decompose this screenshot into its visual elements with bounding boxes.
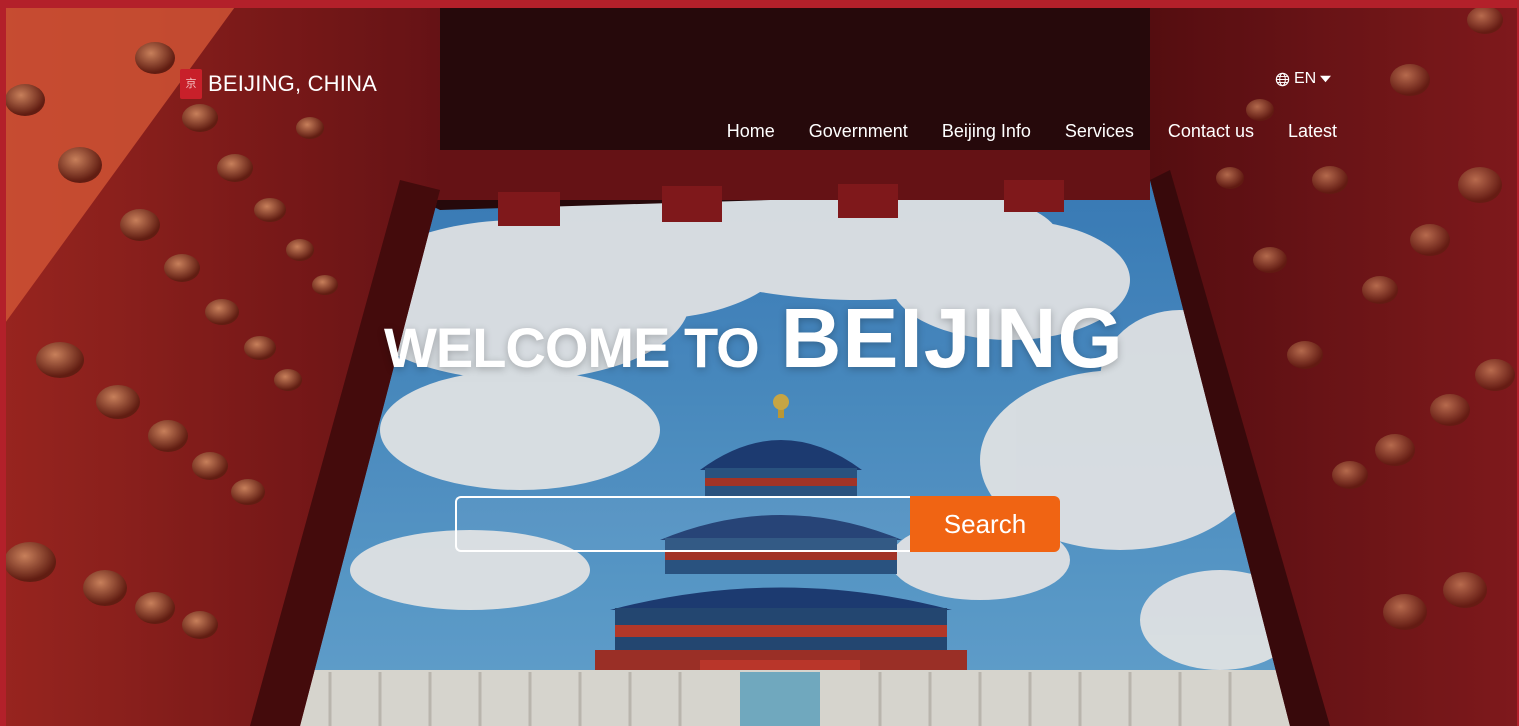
logo-seal-icon: 京	[180, 69, 202, 99]
caret-down-icon	[1320, 75, 1332, 83]
nav-item-services[interactable]: Services	[1065, 121, 1134, 142]
nav-item-contact-us[interactable]: Contact us	[1168, 121, 1254, 142]
headline-city: BEIJING	[780, 291, 1124, 385]
left-border	[0, 0, 6, 726]
nav-item-beijing-info[interactable]: Beijing Info	[942, 121, 1031, 142]
nav-item-latest[interactable]: Latest	[1288, 121, 1337, 142]
headline-welcome: WELCOME TO	[384, 316, 760, 379]
globe-icon	[1275, 72, 1290, 86]
nav-item-home[interactable]: Home	[727, 121, 775, 142]
language-selector[interactable]: EN	[1275, 70, 1332, 88]
search-input[interactable]	[455, 496, 910, 552]
top-border	[0, 0, 1519, 8]
logo-text: BEIJING, CHINA	[208, 71, 378, 96]
language-label: EN	[1294, 70, 1317, 87]
nav-item-government[interactable]: Government	[809, 121, 908, 142]
site-logo[interactable]: 京 BEIJING, CHINA	[180, 68, 377, 100]
hero-headline: WELCOME TO BEIJING	[384, 290, 1124, 387]
search-bar: Search	[455, 496, 1060, 552]
search-button[interactable]: Search	[910, 496, 1060, 552]
main-nav: Home Government Beijing Info Services Co…	[727, 121, 1337, 142]
